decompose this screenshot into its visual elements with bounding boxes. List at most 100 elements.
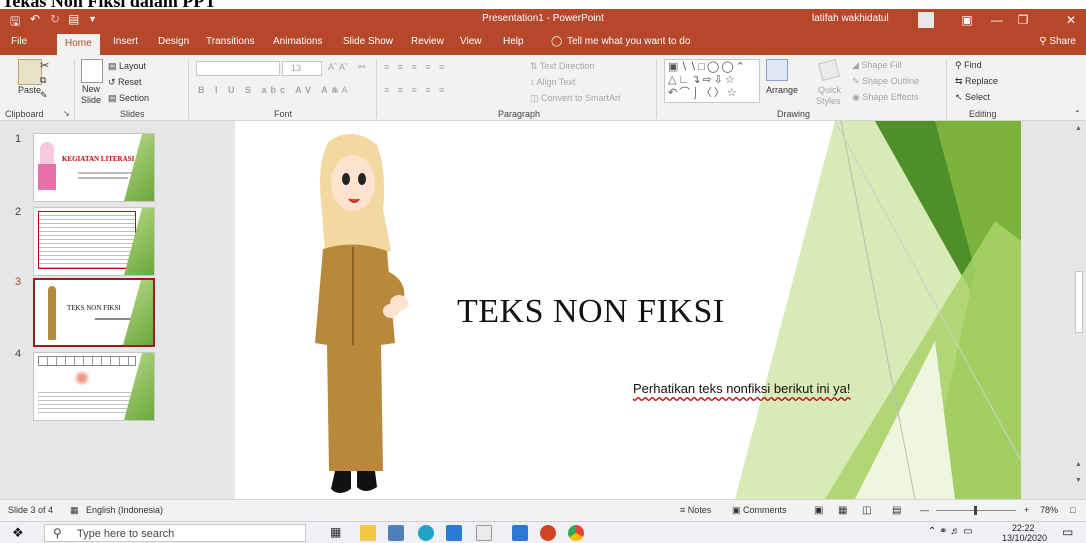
paint-bucket-icon: ◢ [852,60,862,70]
align-text-button[interactable]: ↕ Align Text [530,77,575,87]
previous-slide-icon[interactable]: ▲ [1075,461,1082,468]
file-explorer-icon[interactable] [360,525,376,541]
cut-icon[interactable]: ✂ [40,59,49,72]
powerpoint-icon[interactable] [540,525,556,541]
tab-slide-show[interactable]: Slide Show [343,36,393,47]
windows-start-icon[interactable]: ❖ [12,525,24,541]
quick-styles-icon[interactable] [817,58,841,82]
quick-styles-button[interactable]: Quick [818,85,841,95]
clock-time[interactable]: 22:22 [1012,523,1035,533]
notes-button[interactable]: ≡ Notes [680,505,711,515]
amazon-icon[interactable] [476,525,492,541]
taskbar-search-box[interactable]: ⚲ Type here to search [44,524,306,542]
notifications-icon[interactable]: ▭ [1062,525,1073,539]
scroll-up-icon[interactable]: ▲ [1075,125,1082,132]
slide-thumbnail-2[interactable] [33,207,155,276]
share-button[interactable]: ⚲ Share [1039,36,1076,47]
paste-icon[interactable] [18,59,42,85]
shape-fill-button[interactable]: ◢ Shape Fill [852,60,901,71]
tab-design[interactable]: Design [158,36,189,47]
slide-sorter-icon[interactable]: ▦ [838,505,847,516]
tab-home[interactable]: Home [57,34,100,55]
slide-canvas[interactable]: TEKS NON FIKSI Perhatikan teks nonfiksi … [235,121,1021,499]
text-direction-button[interactable]: ⇅ Text Direction [530,61,594,72]
convert-smartart-button[interactable]: ◫ Convert to SmartArt [530,93,621,104]
next-slide-icon[interactable]: ▼ [1075,477,1082,484]
group-divider [188,59,189,119]
ribbon-display-options-icon[interactable]: ▣ [956,11,978,29]
scroll-thumb[interactable] [1075,271,1083,333]
zoom-level[interactable]: 78% [1040,505,1058,515]
thumbnail-number: 4 [15,348,22,360]
word-icon[interactable] [512,525,528,541]
slideshow-view-icon[interactable]: ▤ [892,505,901,516]
font-style-icons[interactable]: B I U S abc AV Aa [198,85,341,95]
copy-icon[interactable]: ⧉ [40,75,46,86]
shape-effects-button[interactable]: ◉ Shape Effects [852,92,918,103]
font-size-dropdown[interactable]: 13 [282,61,322,76]
tab-review[interactable]: Review [411,36,444,47]
slide-thumbnail-3[interactable]: TEKS NON FIKSI [33,278,155,347]
list-icons[interactable]: ≡ ≡ ≡ ≡ ≡ [384,62,447,72]
shapes-gallery[interactable]: ▣∖∖□◯◯⌃ △∟↴⇨⇩☆ ↶⌒⌡〈〉☆ [664,59,760,103]
zoom-slider-thumb[interactable] [974,506,977,515]
user-name[interactable]: latifah wakhidatul [812,13,889,24]
paste-button[interactable]: Paste [18,85,41,95]
clock-date[interactable]: 13/10/2020 [1002,533,1047,543]
tab-help[interactable]: Help [503,36,524,47]
reset-button[interactable]: ↺ Reset [108,77,142,88]
format-painter-icon[interactable]: ✎ [40,90,48,101]
tab-transitions[interactable]: Transitions [206,36,255,47]
fit-slide-icon[interactable]: □ [1070,505,1075,515]
edge-browser-icon[interactable] [418,525,434,541]
system-tray-icons[interactable]: ⌃ ⚭ ♬ ▭ [928,526,973,537]
slide-thumbnail-4[interactable] [33,352,155,421]
avatar[interactable] [918,12,934,28]
language-indicator[interactable]: English (Indonesia) [86,505,163,515]
find-button[interactable]: ⚲ Find [955,60,982,71]
comments-button[interactable]: ▣ Comments [732,505,787,516]
arrange-icon[interactable] [766,59,788,81]
new-slide-icon[interactable] [81,59,103,83]
zoom-in-icon[interactable]: + [1024,505,1029,515]
zoom-out-icon[interactable]: — [920,505,929,515]
new-slide-button[interactable]: New [82,84,100,94]
alignment-icons[interactable]: ≡ ≡ ≡ ≡ ≡ [384,85,447,95]
task-view-icon[interactable]: ▦ [330,525,341,539]
minimize-icon[interactable]: — [986,11,1008,29]
tab-view[interactable]: View [460,36,482,47]
replace-button[interactable]: ⇆ Replace [955,76,998,87]
dialog-launcher-icon[interactable]: ↘ [63,109,70,118]
vertical-scrollbar[interactable]: ▲ ▲ ▼ [1072,121,1086,499]
app-icon[interactable] [388,525,404,541]
select-button[interactable]: ↖ Select [955,92,990,103]
arrange-button[interactable]: Arrange [766,85,798,95]
accessibility-icon[interactable]: ▦ [70,505,79,516]
layout-button[interactable]: ▤ Layout [108,61,146,72]
font-family-dropdown[interactable] [196,61,280,76]
store-icon[interactable] [446,525,462,541]
quick-styles-button-line2[interactable]: Styles [816,96,841,106]
tab-file[interactable]: File [11,36,27,47]
replace-label: Replace [965,76,999,86]
font-color-icon[interactable]: ✎ A [332,85,348,96]
tell-me-search[interactable]: Tell me what you want to do [567,36,690,47]
clear-formatting-icon[interactable]: ⚯ [358,62,366,73]
reading-view-icon[interactable]: ◫ [862,505,871,516]
document-heading: Tekas Non Fiksi dalam PPT [2,0,217,11]
grow-font-icon[interactable]: Aˆ Aˇ [328,62,348,72]
section-button[interactable]: ▤ Section [108,93,149,104]
shape-outline-button[interactable]: ✎ Shape Outline [852,76,919,87]
new-slide-button-line2[interactable]: Slide [81,95,101,105]
collapse-ribbon-icon[interactable]: ⌃ [1074,109,1081,118]
shoe-shape [357,471,377,491]
slide-subtitle[interactable]: Perhatikan teks nonfiksi berikut ini ya! [633,381,851,396]
tab-animations[interactable]: Animations [273,36,322,47]
tab-insert[interactable]: Insert [113,36,138,47]
slide-title[interactable]: TEKS NON FIKSI [457,293,725,331]
normal-view-icon[interactable]: ▣ [814,505,823,516]
chrome-icon[interactable] [568,525,584,541]
close-icon[interactable]: ✕ [1060,11,1082,29]
maximize-icon[interactable]: ❐ [1012,11,1034,29]
slide-thumbnail-1[interactable]: KEGIATAN LITERASI [33,133,155,202]
